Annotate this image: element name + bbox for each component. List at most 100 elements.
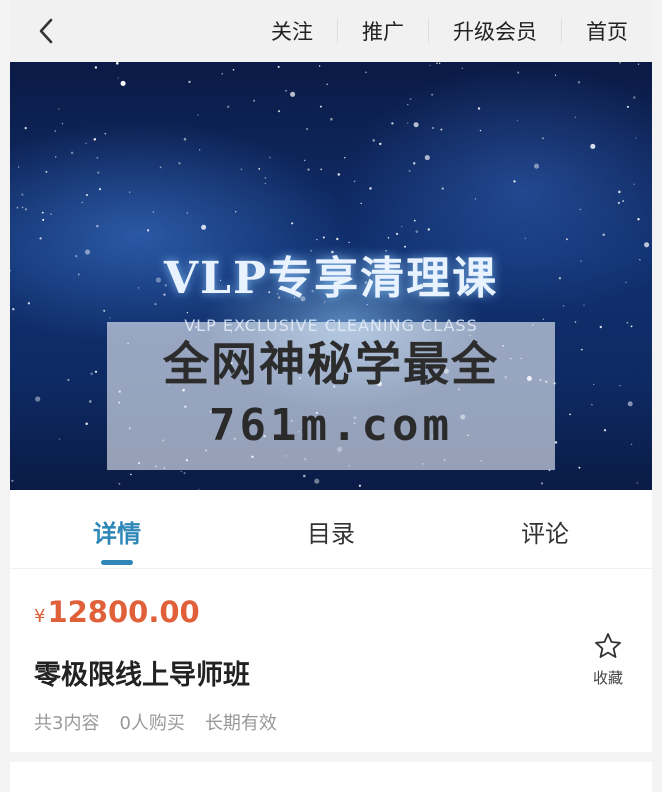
- star-dot: [93, 138, 97, 141]
- star-dot: [16, 206, 19, 209]
- star-dot: [540, 482, 544, 485]
- star-dot: [94, 370, 98, 373]
- home-link[interactable]: 首页: [562, 16, 652, 46]
- star-dot: [221, 73, 223, 75]
- star-dot: [603, 429, 607, 432]
- star-dot: [103, 309, 106, 312]
- star-dot: [636, 482, 639, 484]
- star-dot: [477, 107, 481, 110]
- course-banner-image: VLP专享清理课 VLP EXCLUSIVE CLEANING CLASS 全网…: [10, 62, 652, 490]
- star-dot: [96, 156, 99, 159]
- star-dot: [415, 230, 419, 233]
- upgrade-membership-link[interactable]: 升级会员: [429, 16, 561, 46]
- star-dot: [602, 233, 605, 236]
- star-dot: [379, 142, 382, 146]
- star-dot: [424, 155, 430, 161]
- tab-comments[interactable]: 评论: [438, 490, 652, 568]
- star-dot: [117, 77, 119, 79]
- star-dot: [554, 74, 557, 76]
- star-dot: [98, 187, 102, 191]
- star-dot: [474, 198, 477, 200]
- star-dot: [431, 126, 435, 130]
- active-tab-indicator: [101, 560, 133, 565]
- star-dot: [438, 62, 441, 64]
- favorite-button[interactable]: 收藏: [578, 631, 638, 688]
- star-dot: [180, 470, 182, 473]
- star-dot: [590, 143, 596, 149]
- star-dot: [635, 137, 637, 139]
- tab-details[interactable]: 详情: [10, 490, 224, 568]
- banner-title: VLP专享清理课: [163, 253, 499, 304]
- tab-catalog[interactable]: 目录: [224, 490, 438, 568]
- star-dot: [201, 224, 207, 230]
- star-dot: [637, 218, 640, 221]
- star-dot: [277, 65, 280, 68]
- star-dot: [54, 156, 57, 158]
- star-dot: [86, 194, 88, 196]
- star-dot: [291, 222, 294, 225]
- follow-link[interactable]: 关注: [247, 16, 337, 46]
- star-dot: [622, 200, 625, 203]
- star-dot: [264, 176, 267, 179]
- star-dot: [41, 211, 44, 214]
- star-dot: [188, 80, 191, 84]
- star-dot: [429, 64, 431, 66]
- star-dot: [264, 182, 266, 185]
- star-dot: [401, 225, 403, 228]
- star-dot: [96, 224, 99, 228]
- star-dot: [580, 348, 583, 351]
- section-divider: [10, 752, 652, 762]
- star-dot: [337, 173, 341, 176]
- star-dot: [517, 71, 520, 74]
- star-dot: [407, 103, 409, 106]
- star-dot: [186, 212, 189, 214]
- star-dot: [591, 404, 593, 406]
- star-dot: [81, 201, 83, 204]
- star-dot: [322, 236, 325, 239]
- star-dot: [90, 372, 93, 376]
- star-dot: [574, 116, 577, 118]
- star-dot: [592, 383, 595, 386]
- star-dot: [318, 65, 321, 67]
- star-dot: [232, 68, 235, 71]
- content-tabs: 详情 目录 评论: [10, 490, 652, 569]
- star-dot: [130, 473, 132, 476]
- star-dot: [577, 81, 581, 84]
- star-dot: [565, 238, 568, 241]
- star-dot: [197, 114, 199, 116]
- star-dot: [290, 91, 296, 97]
- purchase-count: 0人购买: [119, 713, 185, 734]
- star-dot: [24, 126, 27, 130]
- star-dot: [306, 128, 309, 130]
- star-dot: [427, 228, 430, 231]
- star-dot: [278, 110, 281, 113]
- star-dot: [253, 99, 256, 102]
- promote-link[interactable]: 推广: [338, 16, 428, 46]
- watermark-overlay: 全网神秘学最全 761m.com: [107, 322, 555, 470]
- star-dot: [268, 156, 271, 159]
- product-title: 零极限线上导师班: [34, 660, 250, 691]
- star-dot: [183, 137, 187, 141]
- price-value: 12800.00: [47, 595, 200, 629]
- back-button[interactable]: [32, 16, 62, 46]
- star-dot: [412, 162, 416, 165]
- star-dot: [303, 159, 306, 162]
- star-dot: [70, 151, 74, 155]
- star-dot: [358, 484, 362, 487]
- star-dot: [42, 218, 45, 221]
- star-dot: [97, 171, 100, 174]
- star-dot: [307, 168, 310, 171]
- star-dot: [104, 132, 107, 135]
- star-dot: [67, 378, 70, 382]
- star-dot: [118, 482, 121, 485]
- tab-label: 详情: [93, 520, 141, 548]
- star-dot: [120, 80, 126, 86]
- star-dot: [626, 105, 629, 108]
- star-dot: [94, 66, 98, 69]
- star-dot: [178, 162, 181, 165]
- star-dot: [627, 401, 633, 407]
- star-dot: [39, 237, 42, 240]
- star-dot: [12, 307, 15, 311]
- star-dot: [152, 211, 155, 213]
- star-dot: [542, 137, 544, 140]
